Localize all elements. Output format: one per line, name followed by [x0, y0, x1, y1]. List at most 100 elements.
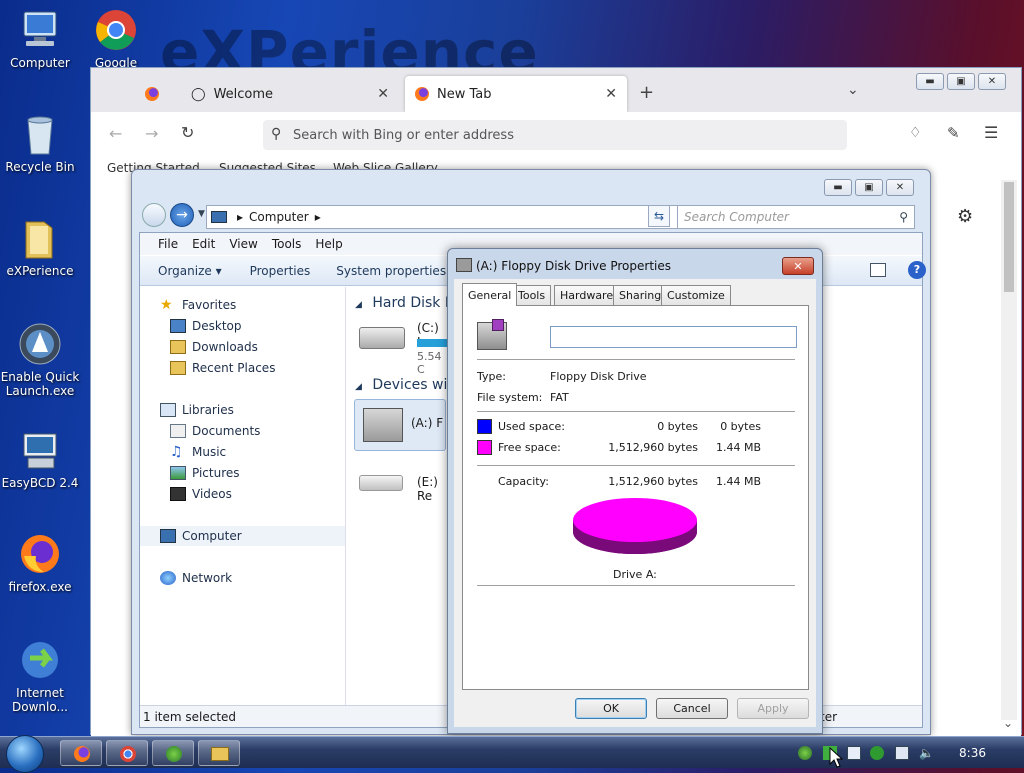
tab-tools[interactable]: Tools [512, 285, 552, 305]
taskbar-media[interactable] [152, 740, 194, 766]
nav-favorites[interactable]: ★ Favorites [160, 295, 236, 315]
search-placeholder: Search Computer [684, 210, 789, 224]
desktop-icon-label: Enable Quick Launch.exe [0, 370, 80, 398]
help-icon[interactable]: ? [908, 261, 926, 279]
tray-shield-icon[interactable] [870, 746, 884, 760]
group-hard-disks[interactable]: ◢ Hard Disk D [355, 295, 456, 311]
tab-new-tab[interactable]: New Tab ✕ [405, 76, 627, 112]
desktop-icon-experience[interactable]: eXPerience [0, 216, 80, 278]
url-bar[interactable]: ⚲ Search with Bing or enter address [263, 120, 847, 150]
list-all-tabs-icon[interactable]: ⌄ [847, 82, 859, 98]
file-system-label: File system: [477, 391, 543, 404]
recent-pages-chevron-icon[interactable]: ▼ [198, 209, 205, 219]
ok-button[interactable]: OK [575, 698, 647, 719]
pocket-icon[interactable]: ♢ [909, 125, 922, 141]
tab-sharing[interactable]: Sharing [613, 285, 668, 305]
organize-button[interactable]: Organize ▾ [158, 264, 222, 278]
nav-label: Downloads [192, 340, 258, 354]
desktop-icon-recycle-bin[interactable]: Recycle Bin [0, 112, 80, 174]
volume-muted-icon[interactable]: 🔈 [919, 746, 934, 760]
address-bar[interactable]: ▸ Computer ▸ ▼ [206, 205, 694, 229]
firefox-nav-bar: ← → ↻ ⚲ Search with Bing or enter addres… [91, 112, 1021, 158]
nav-recent-places[interactable]: Recent Places [170, 358, 275, 378]
taskbar-firefox[interactable] [60, 740, 102, 766]
new-tab-button[interactable]: + [639, 82, 654, 103]
forward-icon[interactable]: → [145, 124, 158, 143]
tray-device-icon[interactable] [847, 746, 861, 760]
minimize-icon[interactable]: ▬ [916, 73, 944, 90]
nav-network[interactable]: Network [160, 568, 232, 588]
cancel-button[interactable]: Cancel [656, 698, 728, 719]
breadcrumb-computer[interactable]: Computer [249, 210, 309, 224]
clock[interactable]: 8:36 [959, 746, 986, 760]
close-icon[interactable]: ✕ [782, 257, 814, 275]
menu-help[interactable]: Help [315, 237, 342, 251]
desktop-icon-computer[interactable]: Computer [0, 8, 80, 70]
close-tab-icon[interactable]: ✕ [377, 86, 389, 102]
nav-downloads[interactable]: Downloads [170, 337, 258, 357]
nav-pictures[interactable]: Pictures [170, 463, 240, 483]
drive-label-input[interactable] [550, 326, 797, 348]
maximize-icon[interactable]: ▣ [855, 179, 883, 196]
back-icon[interactable]: ← [109, 124, 122, 143]
reload-icon[interactable]: ↻ [181, 123, 194, 142]
tab-welcome[interactable]: ◯ Welcome ✕ [181, 76, 399, 112]
properties-button[interactable]: Properties [250, 264, 311, 278]
tab-firefox-home[interactable] [135, 76, 175, 112]
drive-item-e[interactable]: (E:) Re [359, 467, 449, 507]
desktop-icon-easybcd[interactable]: EasyBCD 2.4 [0, 428, 80, 490]
system-properties-button[interactable]: System properties [336, 264, 446, 278]
tab-customize[interactable]: Customize [661, 285, 731, 305]
tray-monitor-icon[interactable] [895, 746, 909, 760]
menu-file[interactable]: File [158, 237, 178, 251]
drive-item-a[interactable]: (A:) F [354, 399, 446, 451]
close-icon[interactable]: ✕ [978, 73, 1006, 90]
group-devices[interactable]: ◢ Devices with [355, 377, 462, 393]
minimize-icon[interactable]: ▬ [824, 179, 852, 196]
menu-view[interactable]: View [229, 237, 257, 251]
documents-icon [170, 424, 186, 438]
firefox-scrollbar[interactable] [1001, 180, 1017, 720]
tray-network-icon[interactable] [798, 746, 812, 760]
taskbar-chrome[interactable] [106, 740, 148, 766]
gear-icon[interactable]: ⚙ [957, 206, 973, 227]
back-button[interactable] [142, 203, 166, 227]
nav-libraries[interactable]: Libraries [160, 400, 234, 420]
preview-pane-icon[interactable] [870, 263, 886, 277]
maximize-icon[interactable]: ▣ [947, 73, 975, 90]
menu-edit[interactable]: Edit [192, 237, 215, 251]
start-button[interactable] [6, 735, 44, 773]
desktop-icon-internet-download[interactable]: Internet Downlo... [0, 638, 80, 714]
folder-icon [211, 747, 229, 761]
desktop-icon-firefox[interactable]: firefox.exe [0, 532, 80, 594]
menu-icon[interactable]: ☰ [984, 123, 998, 142]
close-icon[interactable]: ✕ [886, 179, 914, 196]
tab-hardware[interactable]: Hardware [554, 285, 620, 305]
nav-computer[interactable]: Computer [140, 526, 345, 546]
scrollbar-thumb[interactable] [1004, 182, 1014, 292]
nav-label: Libraries [182, 403, 234, 417]
properties-dialog: (A:) Floppy Disk Drive Properties ✕ Gene… [447, 248, 823, 734]
type-value: Floppy Disk Drive [550, 370, 647, 383]
menu-tools[interactable]: Tools [272, 237, 302, 251]
scroll-down-icon[interactable]: ⌄ [1003, 716, 1013, 730]
nav-desktop[interactable]: Desktop [170, 316, 242, 336]
desktop-icon-google[interactable]: Google [76, 8, 156, 70]
media-icon [166, 746, 182, 762]
drive-item-c[interactable]: (C:) L 5.54 C [359, 317, 449, 376]
nav-music[interactable]: ♫ Music [170, 442, 226, 462]
taskbar-explorer[interactable] [198, 740, 240, 766]
nav-label: Network [182, 571, 233, 585]
nav-videos[interactable]: Videos [170, 484, 232, 504]
search-input[interactable]: Search Computer ⚲ [677, 205, 915, 229]
floppy-drive-icon [363, 408, 403, 442]
apply-button[interactable]: Apply [737, 698, 809, 719]
extensions-icon[interactable]: ✎ [947, 124, 960, 142]
videos-icon [170, 487, 186, 501]
refresh-icon[interactable]: ⇆ [648, 205, 670, 227]
forward-button[interactable]: → [170, 203, 194, 227]
close-tab-icon[interactable]: ✕ [605, 86, 617, 102]
tab-general[interactable]: General [462, 283, 518, 306]
desktop-icon-quick-launch[interactable]: Enable Quick Launch.exe [0, 322, 80, 398]
nav-documents[interactable]: Documents [170, 421, 260, 441]
